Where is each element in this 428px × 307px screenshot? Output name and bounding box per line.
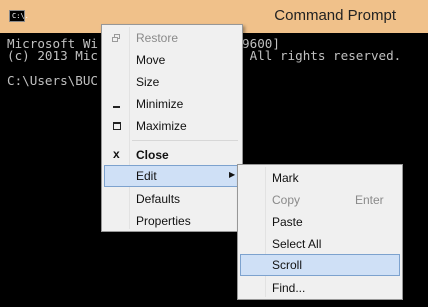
menu-item-label: Properties xyxy=(136,214,191,228)
menu-item-label: Edit xyxy=(136,169,157,183)
menu-item-label: Size xyxy=(136,75,160,89)
menu-item-select-all[interactable]: Select All xyxy=(240,233,400,255)
shortcut-label: Enter xyxy=(355,193,384,207)
restore-icon xyxy=(112,34,120,42)
system-menu: Restore Move Size Minimize Maximize x Cl… xyxy=(101,24,243,232)
cmd-app-icon[interactable]: C:\. xyxy=(9,10,29,22)
menu-separator xyxy=(132,140,238,141)
menu-item-copy[interactable]: Copy Enter xyxy=(240,189,400,211)
menu-item-mark[interactable]: Mark xyxy=(240,167,400,189)
submenu-arrow-icon: ▶ xyxy=(229,170,236,179)
menu-item-label: Mark xyxy=(272,171,299,185)
menu-item-label: Paste xyxy=(272,215,303,229)
menu-item-label: Select All xyxy=(272,237,322,251)
menu-item-defaults[interactable]: Defaults xyxy=(104,188,240,210)
menu-item-find[interactable]: Find... xyxy=(240,277,400,299)
menu-item-label: Restore xyxy=(136,31,179,45)
close-icon: x xyxy=(113,147,120,161)
menu-item-move[interactable]: Move xyxy=(104,49,240,71)
menu-item-label: Move xyxy=(136,53,166,67)
menu-item-close[interactable]: x Close xyxy=(104,144,240,166)
menu-item-size[interactable]: Size xyxy=(104,71,240,93)
menu-item-label: Copy xyxy=(272,193,301,207)
menu-item-label: Defaults xyxy=(136,192,181,206)
menu-item-paste[interactable]: Paste xyxy=(240,211,400,233)
menu-item-label: Scroll xyxy=(272,258,303,272)
minimize-icon xyxy=(113,106,120,108)
menu-item-maximize[interactable]: Maximize xyxy=(104,115,240,137)
menu-item-label: Close xyxy=(136,148,169,162)
cmd-icon-text: C:\. xyxy=(12,12,29,20)
edit-submenu: Mark Copy Enter Paste Select All Scroll … xyxy=(237,164,403,300)
menu-item-label: Find... xyxy=(272,281,306,295)
menu-item-minimize[interactable]: Minimize xyxy=(104,93,240,115)
menu-item-scroll[interactable]: Scroll xyxy=(240,254,400,276)
window-title: Command Prompt xyxy=(274,7,396,24)
menu-item-edit[interactable]: Edit ▶ xyxy=(104,165,240,187)
menu-item-properties[interactable]: Properties xyxy=(104,210,240,232)
maximize-icon xyxy=(113,122,121,130)
console-line: C:\Users\BUC xyxy=(7,73,98,88)
menu-item-restore[interactable]: Restore xyxy=(104,27,240,49)
menu-item-label: Maximize xyxy=(136,119,187,133)
menu-item-label: Minimize xyxy=(136,97,184,111)
